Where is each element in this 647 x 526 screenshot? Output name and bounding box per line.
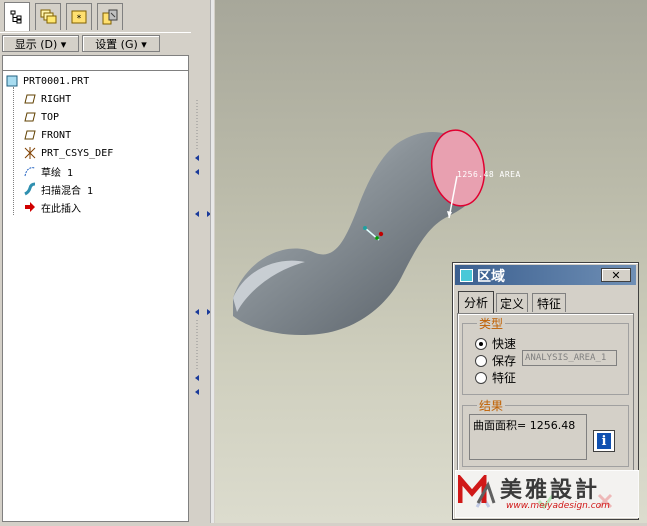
layers-icon — [40, 9, 57, 24]
tree-item-label: TOP — [41, 111, 60, 123]
navigator-tabs: * — [0, 0, 191, 32]
radio-icon — [475, 371, 487, 384]
tree-item-label: 在此插入 — [41, 203, 81, 215]
tree-item-label: 扫描混合 1 — [41, 185, 94, 197]
result-text: 曲面面积= 1256.48 — [469, 414, 587, 460]
tab-feature[interactable]: 特征 — [532, 293, 566, 312]
tab-analysis[interactable]: 分析 — [458, 291, 494, 313]
option-quick[interactable]: 快速 — [475, 335, 516, 352]
tree-item-sketch[interactable]: 草绘 1 — [23, 163, 73, 179]
tree-item-csys[interactable]: PRT_CSYS_DEF — [23, 145, 113, 161]
info-icon: i — [597, 433, 611, 449]
info-button[interactable]: i — [593, 430, 615, 452]
folder-browser-icon: * — [71, 10, 87, 24]
radio-selected-icon — [475, 337, 487, 350]
model-tree: PRT0001.PRT RIGHT TOP FRONT PRT_CSYS_DEF — [2, 70, 189, 522]
tree-filter-field[interactable] — [2, 55, 189, 71]
tree-item-front[interactable]: FRONT — [23, 127, 71, 143]
settings-menu-button[interactable]: 设置 (G) ▾ — [82, 35, 160, 52]
model-tree-panel: * 显示 (D) ▾ 设置 (G) ▾ PRT0001.PRT RIGHT TO… — [0, 0, 192, 523]
type-group-label: 类型 — [477, 315, 506, 332]
tree-menubar: 显示 (D) ▾ 设置 (G) ▾ — [0, 32, 191, 55]
sketch-icon — [23, 164, 37, 178]
tab-label: 分析 — [463, 296, 488, 310]
watermark-url: www.meiyadesign.com — [506, 501, 610, 511]
svg-text:*: * — [77, 14, 82, 24]
tree-item-label: FRONT — [41, 129, 72, 141]
datum-plane-icon — [23, 110, 37, 124]
tree-item-top[interactable]: TOP — [23, 109, 59, 125]
coordinate-system-icon — [23, 146, 37, 160]
favorites-icon — [102, 9, 118, 25]
insert-here-arrow-icon — [23, 200, 37, 214]
watermark-m-icon — [458, 475, 496, 504]
dialog-title: 区域 — [477, 269, 505, 285]
watermark-text: 美雅設計 — [500, 477, 601, 503]
tree-item-swept-blend[interactable]: 扫描混合 1 — [23, 181, 93, 197]
splitter-bar[interactable] — [210, 0, 214, 523]
option-label: 特征 — [492, 371, 517, 385]
tree-item-right[interactable]: RIGHT — [23, 91, 71, 107]
datum-plane-icon — [23, 128, 37, 142]
tab-definition[interactable]: 定义 — [496, 293, 528, 312]
radio-icon — [475, 354, 487, 367]
tree-item-insert-here[interactable]: 在此插入 — [23, 199, 81, 215]
tab-label: 定义 — [499, 296, 524, 311]
tree-root-part[interactable]: PRT0001.PRT — [5, 73, 89, 89]
datum-plane-icon — [23, 92, 37, 106]
tab-folder-browser[interactable]: * — [66, 3, 92, 30]
dialog-titlebar[interactable]: 区域 ✕ — [455, 265, 636, 285]
close-icon: ✕ — [611, 268, 621, 282]
tree-root-label: PRT0001.PRT — [23, 75, 90, 87]
watermark-logo: 美雅設計 www.meiyadesign.com — [455, 470, 639, 518]
dialog-close-button[interactable]: ✕ — [601, 268, 631, 282]
option-save[interactable]: 保存 — [475, 352, 516, 369]
tab-favorites[interactable] — [97, 3, 123, 30]
tree-item-label: 草绘 1 — [41, 167, 74, 179]
swept-blend-icon — [23, 182, 37, 196]
save-name-field[interactable]: ANALYSIS_AREA_1 — [522, 350, 617, 366]
part-icon — [5, 74, 19, 88]
tree-item-label: RIGHT — [41, 93, 72, 105]
tree-item-label: PRT_CSYS_DEF — [41, 147, 114, 159]
model-tree-icon — [10, 10, 22, 24]
tree-connector — [13, 87, 14, 215]
tab-model-tree[interactable] — [4, 2, 30, 31]
show-menu-button[interactable]: 显示 (D) ▾ — [2, 35, 79, 52]
result-group-label: 结果 — [477, 397, 506, 414]
tab-label: 特征 — [536, 296, 561, 311]
option-feature[interactable]: 特征 — [475, 369, 516, 386]
dialog-app-icon — [460, 269, 473, 282]
option-label: 保存 — [492, 354, 517, 368]
option-label: 快速 — [492, 337, 517, 351]
area-annotation: 1256.48 AREA — [457, 170, 521, 179]
tab-layers[interactable] — [35, 3, 61, 30]
